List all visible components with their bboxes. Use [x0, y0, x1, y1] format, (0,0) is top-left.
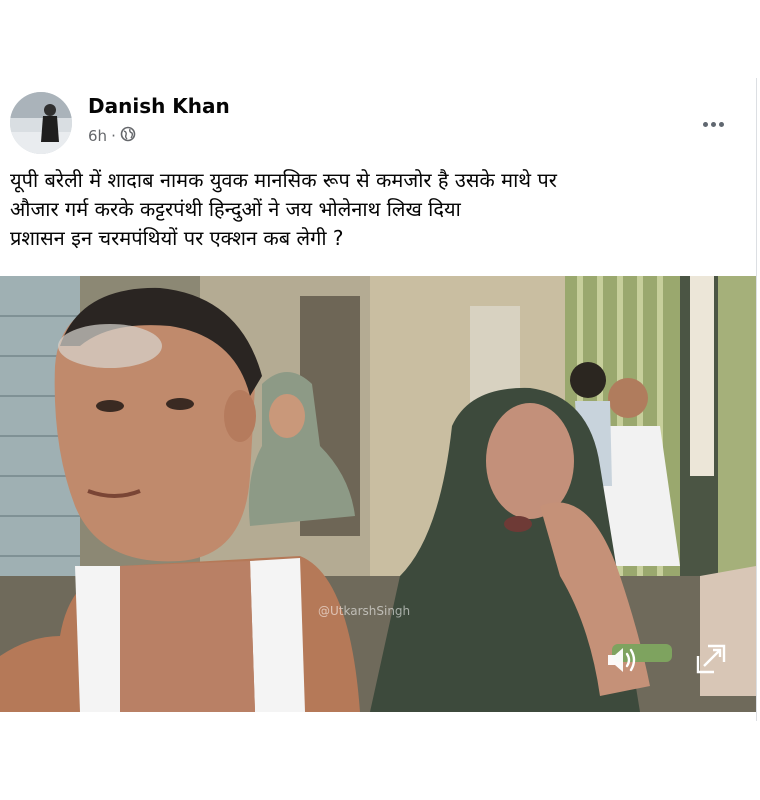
more-options-icon[interactable] [698, 114, 728, 134]
video-player[interactable]: @UtkarshSingh [0, 276, 756, 712]
post-text-line: औजार गर्म करके कट्टरपंथी हिन्दुओं ने जय … [10, 197, 461, 221]
globe-icon [120, 126, 136, 146]
author-name[interactable]: Danish Khan [88, 94, 230, 118]
post-text-line: यूपी बरेली में शादाब नामक युवक मानसिक रू… [10, 168, 557, 192]
expand-icon[interactable] [694, 642, 728, 676]
video-frame [0, 276, 756, 712]
meta-separator: · [111, 127, 116, 145]
post-text-line: प्रशासन इन चरमपंथियों पर एक्शन कब लेगी ? [10, 226, 344, 250]
post-time[interactable]: 6h [88, 127, 107, 145]
avatar[interactable] [10, 92, 72, 154]
video-watermark: @UtkarshSingh [318, 604, 411, 618]
post-card: Danish Khan 6h · यूपी बरेली में शादाब ना… [0, 78, 757, 721]
post-header: Danish Khan 6h · [10, 92, 756, 156]
volume-icon[interactable] [604, 644, 638, 676]
post-meta: 6h · [88, 126, 136, 146]
post-text: यूपी बरेली में शादाब नामक युवक मानसिक रू… [10, 166, 740, 253]
